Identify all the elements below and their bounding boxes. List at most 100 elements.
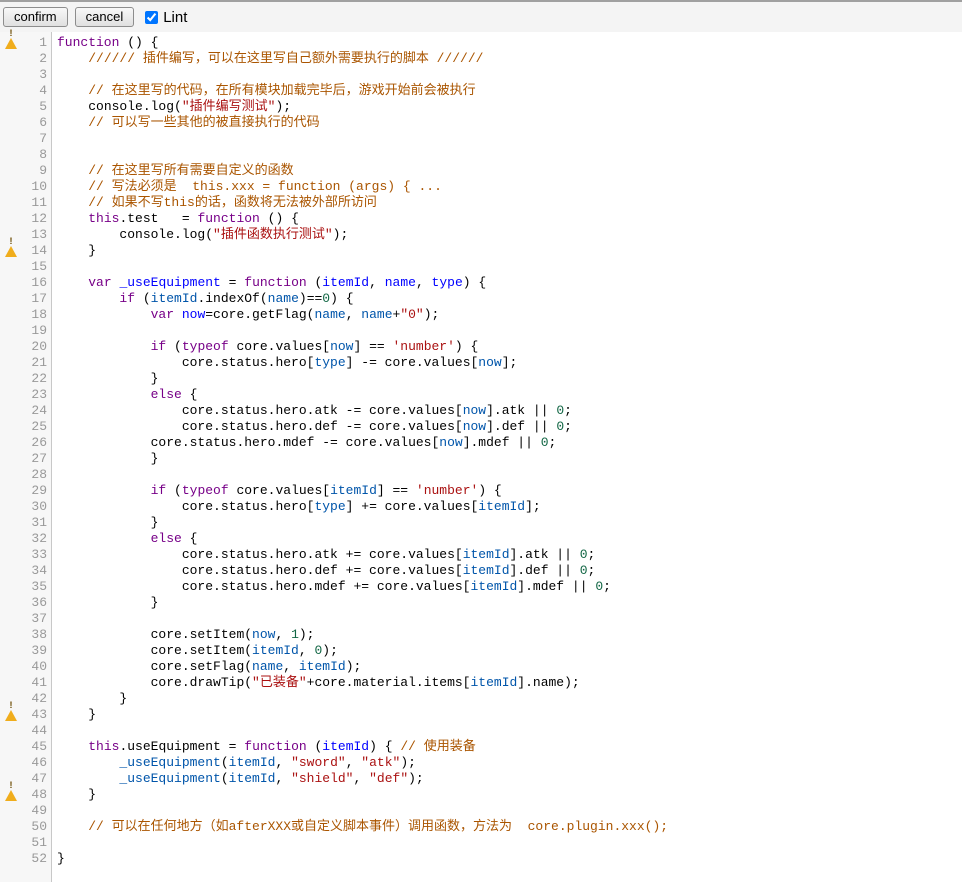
code-line[interactable]: 39 core.setItem(itemId, 0); (0, 643, 962, 659)
code-line[interactable]: 13 console.log("插件函数执行测试"); (0, 227, 962, 243)
line-number: 10 (22, 179, 50, 195)
code-line[interactable]: 46 _useEquipment(itemId, "sword", "atk")… (0, 755, 962, 771)
line-number: 39 (22, 643, 50, 659)
lint-marker-empty (0, 51, 22, 67)
lint-marker-empty (0, 131, 22, 147)
code-line[interactable]: 49 (0, 803, 962, 819)
line-number: 30 (22, 499, 50, 515)
code-line[interactable]: 15 (0, 259, 962, 275)
line-number: 22 (22, 371, 50, 387)
code-line[interactable]: 29 if (typeof core.values[itemId] == 'nu… (0, 483, 962, 499)
code-line[interactable]: 24 core.status.hero.atk -= core.values[n… (0, 403, 962, 419)
lint-marker-empty (0, 531, 22, 547)
code-line[interactable]: 51 (0, 835, 962, 851)
code-line[interactable]: 31 } (0, 515, 962, 531)
code-line[interactable]: !1function () { (0, 35, 962, 51)
code-line[interactable]: !48 } (0, 787, 962, 803)
code-line[interactable]: 44 (0, 723, 962, 739)
code-line[interactable]: 3 (0, 67, 962, 83)
code-text (50, 259, 57, 275)
code-line[interactable]: 40 core.setFlag(name, itemId); (0, 659, 962, 675)
line-number: 12 (22, 211, 50, 227)
code-line[interactable]: 42 } (0, 691, 962, 707)
line-number: 34 (22, 563, 50, 579)
line-number: 52 (22, 851, 50, 867)
line-number: 4 (22, 83, 50, 99)
code-text: core.status.hero[type] -= core.values[no… (50, 355, 517, 371)
code-line[interactable]: 27 } (0, 451, 962, 467)
code-text: else { (50, 531, 197, 547)
line-number: 40 (22, 659, 50, 675)
code-line[interactable]: 6 // 可以写一些其他的被直接执行的代码 (0, 115, 962, 131)
code-line[interactable]: 12 this.test = function () { (0, 211, 962, 227)
code-editor[interactable]: !1function () {2 ////// 插件编写，可以在这里写自己额外需… (0, 32, 962, 882)
code-line[interactable]: 30 core.status.hero[type] += core.values… (0, 499, 962, 515)
lint-marker-empty (0, 739, 22, 755)
confirm-button[interactable]: confirm (3, 7, 68, 27)
code-line[interactable]: !43 } (0, 707, 962, 723)
code-line[interactable]: 26 core.status.hero.mdef -= core.values[… (0, 435, 962, 451)
code-line[interactable]: 7 (0, 131, 962, 147)
lint-marker-empty (0, 419, 22, 435)
lint-marker-empty (0, 435, 22, 451)
line-number: 49 (22, 803, 50, 819)
code-line[interactable]: 34 core.status.hero.def += core.values[i… (0, 563, 962, 579)
code-text: core.status.hero.mdef -= core.values[now… (50, 435, 556, 451)
code-line[interactable]: 20 if (typeof core.values[now] == 'numbe… (0, 339, 962, 355)
code-line[interactable]: 41 core.drawTip("已装备"+core.material.item… (0, 675, 962, 691)
lint-warning-icon: ! (0, 787, 22, 803)
code-line[interactable]: 50 // 可以在任何地方（如afterXXX或自定义脚本事件）调用函数，方法为… (0, 819, 962, 835)
lint-marker-empty (0, 499, 22, 515)
code-line[interactable]: 32 else { (0, 531, 962, 547)
lint-marker-empty (0, 579, 22, 595)
code-text: // 写法必须是 this.xxx = function (args) { ..… (50, 179, 442, 195)
lint-marker-empty (0, 483, 22, 499)
lint-warning-icon: ! (0, 35, 22, 51)
code-line[interactable]: 4 // 在这里写的代码，在所有模块加载完毕后，游戏开始前会被执行 (0, 83, 962, 99)
code-line[interactable]: 28 (0, 467, 962, 483)
code-line[interactable]: 22 } (0, 371, 962, 387)
code-line[interactable]: 35 core.status.hero.mdef += core.values[… (0, 579, 962, 595)
code-text: } (50, 707, 96, 723)
lint-checkbox[interactable] (145, 11, 158, 24)
code-line[interactable]: 9 // 在这里写所有需要自定义的函数 (0, 163, 962, 179)
code-text: core.status.hero.mdef += core.values[ite… (50, 579, 611, 595)
code-line[interactable]: 52} (0, 851, 962, 867)
code-line[interactable]: 18 var now=core.getFlag(name, name+"0"); (0, 307, 962, 323)
lint-marker-empty (0, 675, 22, 691)
code-line[interactable]: 10 // 写法必须是 this.xxx = function (args) {… (0, 179, 962, 195)
code-line[interactable]: !14 } (0, 243, 962, 259)
code-line[interactable]: 2 ////// 插件编写，可以在这里写自己额外需要执行的脚本 ////// (0, 51, 962, 67)
code-line[interactable]: 16 var _useEquipment = function (itemId,… (0, 275, 962, 291)
line-number: 7 (22, 131, 50, 147)
line-number: 41 (22, 675, 50, 691)
line-number: 3 (22, 67, 50, 83)
code-line[interactable]: 25 core.status.hero.def -= core.values[n… (0, 419, 962, 435)
lint-marker-empty (0, 547, 22, 563)
code-line[interactable]: 23 else { (0, 387, 962, 403)
code-line[interactable]: 11 // 如果不写this的话，函数将无法被外部所访问 (0, 195, 962, 211)
code-lines: !1function () {2 ////// 插件编写，可以在这里写自己额外需… (0, 32, 962, 867)
line-number: 37 (22, 611, 50, 627)
code-text: this.test = function () { (50, 211, 299, 227)
code-line[interactable]: 37 (0, 611, 962, 627)
code-line[interactable]: 5 console.log("插件编写测试"); (0, 99, 962, 115)
code-text: core.status.hero[type] += core.values[it… (50, 499, 541, 515)
code-line[interactable]: 17 if (itemId.indexOf(name)==0) { (0, 291, 962, 307)
lint-marker-empty (0, 851, 22, 867)
code-line[interactable]: 19 (0, 323, 962, 339)
line-number: 51 (22, 835, 50, 851)
code-line[interactable]: 21 core.status.hero[type] -= core.values… (0, 355, 962, 371)
code-line[interactable]: 8 (0, 147, 962, 163)
line-number: 44 (22, 723, 50, 739)
cancel-button[interactable]: cancel (75, 7, 135, 27)
line-number: 1 (22, 35, 50, 51)
line-number: 21 (22, 355, 50, 371)
code-line[interactable]: 33 core.status.hero.atk += core.values[i… (0, 547, 962, 563)
lint-label: Lint (163, 9, 187, 26)
code-line[interactable]: 47 _useEquipment(itemId, "shield", "def"… (0, 771, 962, 787)
code-line[interactable]: 45 this.useEquipment = function (itemId)… (0, 739, 962, 755)
code-line[interactable]: 38 core.setItem(now, 1); (0, 627, 962, 643)
lint-toggle[interactable]: Lint (145, 9, 187, 26)
code-line[interactable]: 36 } (0, 595, 962, 611)
